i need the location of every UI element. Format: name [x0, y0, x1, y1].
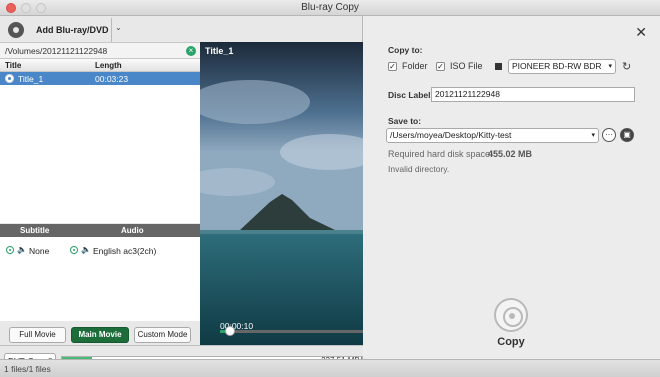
add-bluray-dvd-button[interactable]: Add Blu-ray/DVD — [6, 19, 110, 41]
row-length: 00:03:23 — [95, 74, 129, 84]
folder-label: Folder — [402, 61, 428, 71]
copy-button[interactable]: Copy — [491, 298, 531, 350]
required-space-value: 455.02 MB — [488, 149, 533, 159]
add-bluray-dvd-label: Add Blu-ray/DVD — [36, 25, 109, 35]
title-list-header: Title Length — [0, 59, 200, 72]
iso-label: ISO File — [450, 61, 483, 71]
main-movie-button[interactable]: Main Movie — [71, 327, 129, 343]
source-path-bar: /Volumes/20121121122948 × — [0, 42, 200, 59]
seek-handle[interactable] — [225, 326, 235, 336]
copy-disc-icon — [494, 298, 528, 332]
audio-header: Audio — [121, 226, 144, 235]
chevron-down-icon: ▾ — [608, 63, 612, 70]
save-path-value: /Users/moyea/Desktop/Kitty-test — [390, 130, 512, 140]
status-bar: 1 files/1 files — [0, 359, 660, 377]
chevron-down-icon: ▾ — [591, 132, 595, 139]
title-list: Title Length Title_1 00:03:23 — [0, 59, 200, 223]
iso-checkbox[interactable]: ✓ — [436, 62, 445, 71]
column-header-length[interactable]: Length — [95, 61, 122, 70]
copy-to-label: Copy to: — [388, 45, 423, 55]
drive-icon — [495, 63, 502, 70]
table-row[interactable]: Title_1 00:03:23 — [0, 72, 200, 85]
full-movie-button[interactable]: Full Movie — [9, 327, 66, 343]
folder-checkbox[interactable]: ✓ — [388, 62, 397, 71]
disc-add-icon — [8, 22, 24, 38]
required-space-label: Required hard disk space: — [388, 149, 493, 159]
drive-value: PIONEER BD-RW BDR — [512, 61, 602, 71]
copy-mode-bar: Full Movie Main Movie Custom Mode — [0, 321, 200, 345]
speaker-icon: 🔈 — [81, 245, 91, 254]
add-dropdown-chevron-icon[interactable]: ⌄ — [115, 23, 122, 32]
subtitle-radio[interactable] — [6, 246, 14, 254]
disc-label-input[interactable]: 20121121122948 — [431, 87, 635, 102]
audio-value: English ac3(2ch) — [93, 246, 157, 256]
left-panel: Add Blu-ray/DVD ⌄ /Volumes/2012112112294… — [0, 16, 363, 375]
refresh-icon[interactable]: ↻ — [622, 60, 631, 73]
audio-radio[interactable] — [70, 246, 78, 254]
column-header-title[interactable]: Title — [5, 61, 21, 70]
seek-track[interactable] — [220, 330, 363, 333]
disc-label-label: Disc Label: — [388, 90, 434, 100]
title-bar: Blu-ray Copy — [0, 0, 660, 16]
file-count: 1 files/1 files — [4, 364, 51, 374]
subtitle-header: Subtitle — [20, 226, 50, 235]
preview-frame — [200, 42, 363, 345]
invalid-directory-text: Invalid directory. — [388, 164, 450, 174]
video-preview[interactable]: Title_1 00:00:10 — [200, 42, 363, 345]
settings-panel: ✕ Copy to: ✓ Folder ✓ ISO File PIONEER B… — [364, 16, 660, 359]
row-title: Title_1 — [18, 74, 44, 84]
speaker-icon: 🔈 — [17, 245, 27, 254]
clear-source-icon[interactable]: × — [186, 46, 196, 56]
subtitle-value: None — [29, 246, 50, 256]
preview-title: Title_1 — [205, 46, 234, 56]
title-radio[interactable] — [5, 74, 14, 83]
copy-button-label: Copy — [497, 336, 525, 348]
open-folder-icon[interactable]: ▣ — [620, 128, 634, 142]
toolbar-divider — [111, 18, 112, 42]
window-title: Blu-ray Copy — [301, 2, 359, 13]
drive-select[interactable]: PIONEER BD-RW BDR ▾ — [508, 59, 616, 74]
save-to-label: Save to: — [388, 116, 422, 126]
save-path-select[interactable]: /Users/moyea/Desktop/Kitty-test ▾ — [386, 128, 599, 143]
close-icon[interactable]: ✕ — [635, 24, 647, 41]
custom-mode-button[interactable]: Custom Mode — [134, 327, 191, 343]
tracks-header: Subtitle Audio — [0, 224, 200, 237]
tracks-list: 🔈 None 🔈 English ac3(2ch) — [0, 237, 200, 321]
source-path: /Volumes/20121121122948 — [5, 46, 108, 56]
browse-more-icon[interactable]: ··· — [602, 128, 616, 142]
